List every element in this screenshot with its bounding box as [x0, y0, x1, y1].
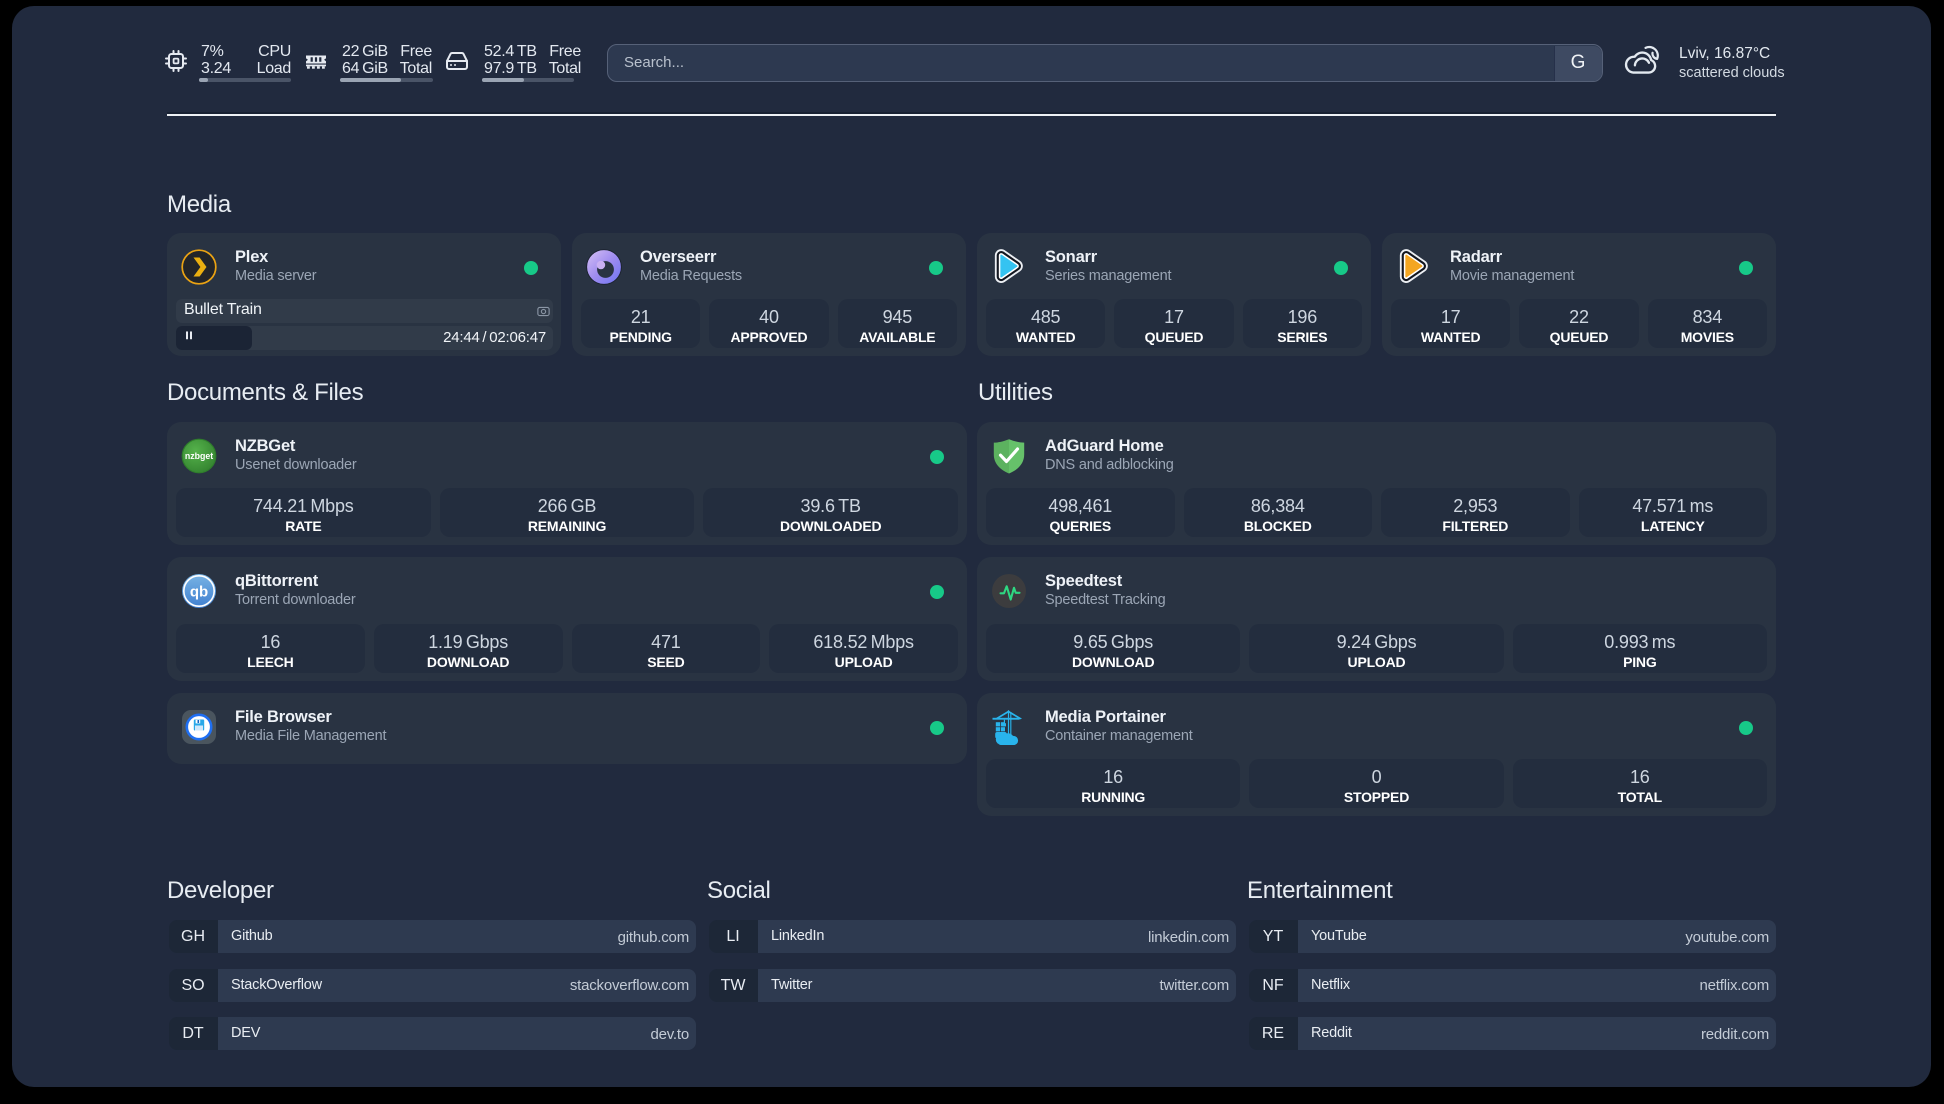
- svg-text:qb: qb: [190, 584, 208, 601]
- svg-text:nzbget: nzbget: [185, 451, 213, 461]
